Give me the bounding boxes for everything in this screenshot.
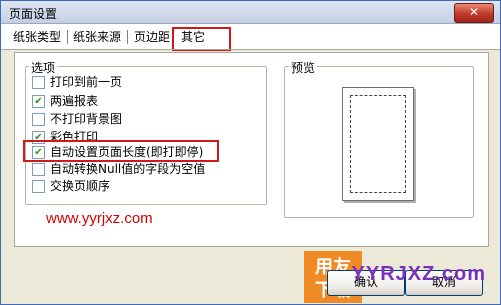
watermark-url: www.yyrjxz.com: [46, 210, 153, 227]
tab-paper-type[interactable]: 纸张类型: [13, 27, 61, 47]
window-title: 页面设置: [9, 7, 58, 21]
tab-separator: [67, 30, 68, 44]
title-bar: 页面设置 ✕: [1, 1, 500, 24]
close-button[interactable]: ✕: [454, 3, 494, 23]
tab-divider: [1, 49, 500, 50]
tab-strip: 纸张类型 纸张来源 页边距 其它: [1, 24, 500, 51]
checkbox-checked[interactable]: ✔: [32, 95, 45, 108]
options-group-label: 选项: [29, 59, 58, 76]
checkbox[interactable]: [32, 163, 45, 176]
watermark-logo-text: YYRJXZ.com: [351, 263, 486, 285]
page-setup-dialog: 页面设置 ✕ 纸张类型 纸张来源 页边距 其它 选项 打印到前一页 ✔ 两遍报表…: [0, 0, 501, 305]
tab-other[interactable]: 其它: [181, 27, 205, 47]
close-icon: ✕: [468, 5, 480, 19]
tab-margins[interactable]: 页边距: [134, 27, 170, 47]
tab-paper-source[interactable]: 纸张来源: [73, 27, 121, 47]
checkbox-checked[interactable]: ✔: [32, 146, 45, 159]
preview-group-label: 预览: [289, 59, 318, 76]
page-margin-outline: [350, 95, 406, 193]
checkbox[interactable]: [32, 180, 45, 193]
page-preview: [342, 87, 414, 201]
tab-separator: [127, 30, 128, 44]
checkbox[interactable]: [32, 76, 45, 89]
checkbox[interactable]: [32, 113, 45, 126]
